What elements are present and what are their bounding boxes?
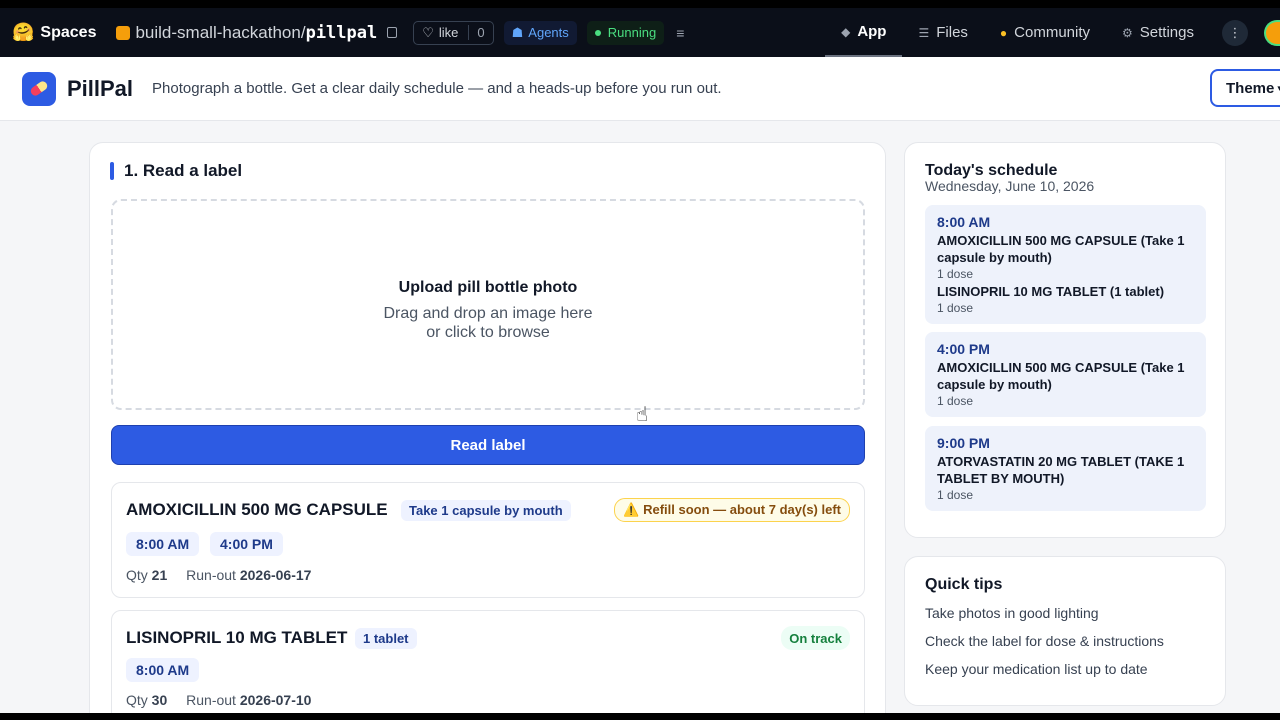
schedule-card: Today's schedule Wednesday, June 10, 202… [904, 142, 1226, 538]
qty-label: Qty [126, 567, 148, 583]
like-button[interactable]: ♡ like 0 [413, 20, 494, 45]
tips-title: Quick tips [925, 576, 1003, 593]
slot-drug: AMOXICILLIN 500 MG CAPSULE (Take 1 capsu… [937, 360, 1185, 392]
tab-files-label: Files [936, 24, 968, 41]
tip-item: Check the label for dose & instructions [925, 633, 1164, 649]
status-label: Running [607, 25, 657, 40]
tip-item: Take photos in good lighting [925, 605, 1099, 621]
dose-time-chip: 8:00 AM [126, 658, 200, 682]
upload-dropzone[interactable]: Upload pill bottle photo Drag and drop a… [111, 199, 865, 410]
instruction-badge: 1 tablet [355, 628, 417, 649]
status-dot-icon [594, 29, 601, 36]
slot-time: 8:00 AM [937, 214, 991, 230]
dose-time-chip: 4:00 PM [210, 532, 283, 556]
slot-drug: LISINOPRIL 10 MG TABLET (1 tablet) [937, 284, 1165, 299]
spaces-label: Spaces [40, 23, 97, 41]
community-icon: ● [999, 25, 1008, 40]
slot-drug: AMOXICILLIN 500 MG CAPSULE (Take 1 capsu… [937, 233, 1185, 265]
repo-link[interactable]: pillpal [306, 23, 378, 43]
theme-label: Theme [1226, 79, 1275, 97]
heart-icon: ♡ [422, 24, 434, 40]
app-container: PillPal Photograph a bottle. Get a clear… [0, 57, 1280, 713]
runout-value: 2026-07-10 [239, 692, 312, 708]
slot-dose: 1 dose [937, 267, 974, 281]
agents-button[interactable]: ☗ Agents [503, 20, 577, 45]
upload-hint-line1: Drag and drop an image here [383, 305, 593, 322]
runout-value: 2026-06-17 [239, 567, 312, 583]
medication-meta: Qty 21 Run-out 2026-06-17 [126, 567, 311, 583]
bottom-edge [0, 713, 1280, 720]
slot-time: 9:00 PM [937, 435, 990, 451]
upload-title: Upload pill bottle photo [398, 279, 578, 296]
tab-settings[interactable]: ⚙ Settings [1106, 8, 1210, 57]
pill-logo-icon [22, 71, 56, 106]
qty-value: 21 [151, 567, 168, 583]
read-label-button[interactable]: Read label [111, 425, 865, 465]
owner-avatar-icon [116, 25, 131, 40]
status-badge[interactable]: Running [586, 20, 665, 45]
tab-community[interactable]: ● Community [984, 8, 1106, 57]
tagline: Photograph a bottle. Get a clear daily s… [152, 80, 722, 97]
robot-icon: ☗ [511, 24, 524, 40]
theme-button[interactable]: Theme ▾ [1210, 69, 1280, 107]
tab-community-label: Community [1014, 24, 1091, 41]
tab-app[interactable]: ◆ App [825, 8, 903, 57]
schedule-date: Wednesday, June 10, 2026 [925, 178, 1095, 194]
medication-card: LISINOPRIL 10 MG TABLET 1 tablet On trac… [111, 610, 865, 713]
slot-dose: 1 dose [937, 301, 974, 315]
upload-hint-line2: or click to browse [426, 324, 550, 341]
tab-files[interactable]: ☰ Files [902, 8, 983, 57]
qty-label: Qty [126, 692, 148, 708]
medication-meta: Qty 30 Run-out 2026-07-10 [126, 692, 311, 708]
section-title-text: 1. Read a label [124, 161, 243, 180]
slot-time: 4:00 PM [937, 341, 990, 357]
app-header: PillPal Photograph a bottle. Get a clear… [0, 57, 1280, 121]
upload-hint: Drag and drop an image here or click to … [113, 304, 863, 342]
medication-name: LISINOPRIL 10 MG TABLET [126, 628, 348, 647]
qty-value: 30 [151, 692, 168, 708]
instruction-badge: Take 1 capsule by mouth [401, 500, 571, 521]
copy-icon[interactable] [387, 27, 398, 38]
tab-settings-label: Settings [1139, 24, 1194, 41]
hugging-face-logo-icon: 🤗 [12, 22, 35, 42]
like-count: 0 [468, 25, 485, 40]
more-options-icon[interactable]: ⋮ [1222, 19, 1248, 46]
cube-icon: ◆ [841, 24, 851, 39]
slot-drug: ATORVASTATIN 20 MG TABLET (TAKE 1 TABLET… [937, 454, 1185, 486]
space-tabs: ◆ App ☰ Files ● Community ⚙ Settings ⋮ [825, 8, 1280, 57]
logs-icon[interactable]: ≡ [676, 25, 684, 41]
tip-item: Keep your medication list up to date [925, 661, 1148, 677]
runout-label: Run-out [186, 567, 236, 583]
owner-link[interactable]: build-small-hackathon [135, 23, 300, 43]
gear-icon: ⚙ [1122, 25, 1133, 40]
slot-dose: 1 dose [937, 394, 974, 408]
runout-label: Run-out [186, 692, 236, 708]
slot-dose: 1 dose [937, 488, 974, 502]
dose-time-chip: 8:00 AM [126, 532, 200, 556]
schedule-slot: 8:00 AM AMOXICILLIN 500 MG CAPSULE (Take… [925, 205, 1206, 324]
brand-name: PillPal [67, 75, 134, 101]
tab-app-label: App [857, 23, 887, 40]
schedule-slot: 4:00 PM AMOXICILLIN 500 MG CAPSULE (Take… [925, 332, 1206, 417]
schedule-slot: 9:00 PM ATORVASTATIN 20 MG TABLET (TAKE … [925, 426, 1206, 511]
user-avatar[interactable] [1264, 19, 1280, 46]
files-icon: ☰ [918, 25, 930, 40]
medication-card: AMOXICILLIN 500 MG CAPSULE Take 1 capsul… [111, 482, 865, 598]
agents-label: Agents [528, 25, 569, 40]
quick-tips-card: Quick tips Take photos in good lighting … [904, 556, 1226, 706]
on-track-badge: On track [781, 626, 850, 650]
section-accent-bar [110, 162, 114, 180]
hf-top-bar: 🤗 Spaces build-small-hackathon / pillpal… [0, 8, 1280, 57]
medication-name: AMOXICILLIN 500 MG CAPSULE [126, 500, 388, 519]
spaces-home-link[interactable]: 🤗 Spaces [12, 22, 96, 43]
hand-cursor-icon: ☝ [636, 404, 649, 426]
refill-warning-badge: ⚠️ Refill soon — about 7 day(s) left [614, 498, 850, 522]
like-label: like [438, 25, 459, 40]
section-title: 1. Read a label [110, 161, 242, 181]
read-label-card: 1. Read a label Upload pill bottle photo… [89, 142, 886, 713]
breadcrumb: build-small-hackathon / pillpal [116, 23, 398, 43]
